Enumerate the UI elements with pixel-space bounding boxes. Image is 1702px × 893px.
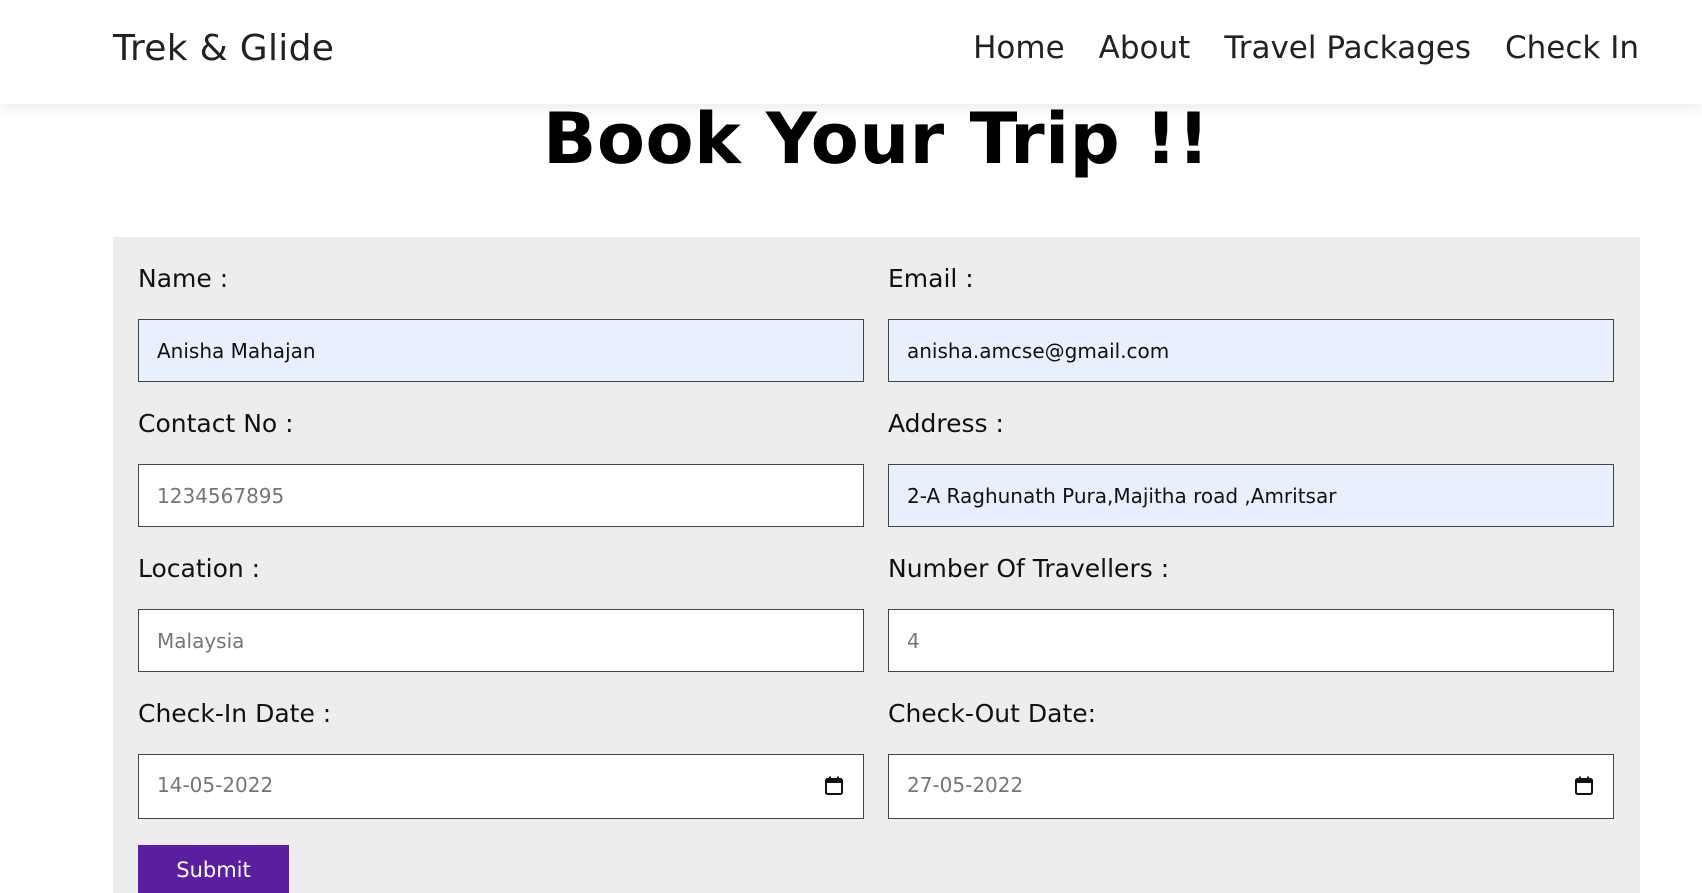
checkin-date-value: 14-05-2022 [157,773,274,797]
top-navbar: Trek & Glide Home About Travel Packages … [0,0,1702,104]
travellers-label: Number Of Travellers : [888,554,1170,583]
nav-link-about[interactable]: About [1099,30,1191,66]
email-input[interactable] [888,319,1614,382]
nav-link-home[interactable]: Home [973,30,1065,66]
location-input[interactable] [138,609,864,672]
name-label: Name : [138,264,229,293]
calendar-icon[interactable] [1575,776,1593,795]
email-label: Email : [888,264,974,293]
nav-link-check-in[interactable]: Check In [1505,30,1639,66]
checkin-date-input[interactable]: 14-05-2022 [138,754,864,819]
checkout-label: Check-Out Date: [888,699,1097,728]
brand-logo[interactable]: Trek & Glide [113,28,334,69]
location-label: Location : [138,554,261,583]
checkout-date-input[interactable]: 27-05-2022 [888,754,1614,819]
checkout-date-value: 27-05-2022 [907,773,1024,797]
contact-label: Contact No : [138,409,294,438]
nav-links: Home About Travel Packages Check In [973,30,1639,66]
name-input[interactable] [138,319,864,382]
calendar-icon[interactable] [825,776,843,795]
travellers-input[interactable] [888,609,1614,672]
contact-input[interactable] [138,464,864,527]
page-title: Book Your Trip !! [543,98,1210,180]
submit-button[interactable]: Submit [138,845,289,893]
nav-link-travel-packages[interactable]: Travel Packages [1224,30,1471,66]
address-input[interactable] [888,464,1614,527]
address-label: Address : [888,409,1004,438]
checkin-label: Check-In Date : [138,699,332,728]
